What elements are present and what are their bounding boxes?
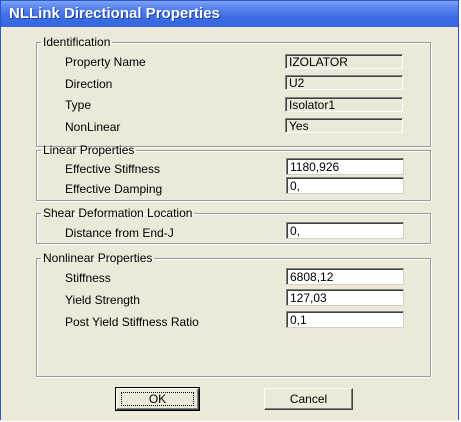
distance-from-end-label: Distance from End-J	[65, 226, 174, 240]
type-field: Isolator1	[285, 97, 403, 112]
identification-legend: Identification	[43, 35, 111, 49]
direction-label: Direction	[65, 77, 113, 91]
cancel-button[interactable]: Cancel	[264, 388, 353, 410]
dialog-body: Identification Property Name IZOLATOR Di…	[1, 27, 458, 421]
yield-strength-label: Yield Strength	[65, 293, 140, 307]
dialog-window: NLLink Directional Properties Identifica…	[0, 0, 459, 421]
dialog-title: NLLink Directional Properties	[1, 1, 458, 27]
distance-from-end-input[interactable]: 0,	[286, 222, 404, 239]
effective-damping-input[interactable]: 0,	[286, 177, 404, 194]
yield-strength-input[interactable]: 127,03	[286, 289, 404, 306]
effective-stiffness-label: Effective Stiffness	[65, 162, 160, 176]
nonlinear-properties-legend: Nonlinear Properties	[43, 251, 153, 265]
type-label: Type	[65, 98, 92, 112]
property-name-field: IZOLATOR	[285, 54, 403, 69]
nonlinear-label: NonLinear	[65, 120, 121, 134]
property-name-label: Property Name	[65, 55, 146, 69]
effective-damping-label: Effective Damping	[65, 182, 163, 196]
post-yield-ratio-input[interactable]: 0,1	[286, 311, 404, 328]
stiffness-label: Stiffness	[65, 271, 111, 285]
effective-stiffness-input[interactable]: 1180,926	[286, 158, 404, 175]
ok-button[interactable]: OK	[115, 387, 200, 411]
stiffness-input[interactable]: 6808,12	[286, 268, 404, 285]
direction-field: U2	[285, 75, 403, 90]
post-yield-ratio-label: Post Yield Stiffness Ratio	[65, 315, 199, 329]
linear-properties-legend: Linear Properties	[43, 143, 135, 157]
ok-focus-rect	[121, 392, 194, 406]
nonlinear-field: Yes	[285, 118, 403, 133]
shear-deformation-legend: Shear Deformation Location	[43, 206, 193, 220]
